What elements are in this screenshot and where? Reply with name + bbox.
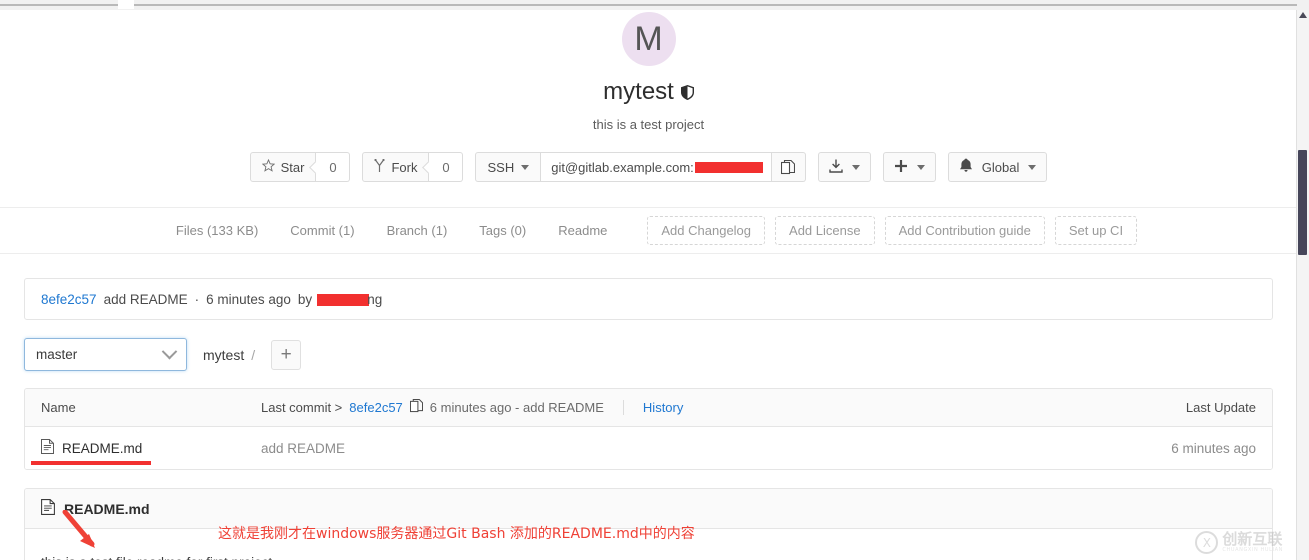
breadcrumb-separator: / — [251, 346, 256, 363]
commit-by-label: by — [297, 291, 313, 307]
chrome-divider-line — [0, 4, 1297, 6]
clone-protocol-label: SSH — [487, 159, 515, 175]
download-dropdown-button[interactable] — [817, 152, 871, 182]
watermark-cn: 创新互联 — [1222, 530, 1283, 548]
download-icon — [829, 159, 843, 176]
fork-count[interactable]: 0 — [429, 152, 464, 182]
table-row[interactable]: README.md add README 6 minutes ago — [25, 427, 1272, 469]
breadcrumb-root[interactable]: mytest — [203, 347, 244, 363]
breadcrumb: mytest / — [203, 347, 255, 363]
project-name: mytest — [603, 78, 674, 105]
annotation-note: 这就是我刚才在windows服务器通过Git Bash 添加的README.md… — [218, 526, 695, 542]
file-icon — [41, 439, 54, 457]
red-arrow-icon — [62, 509, 102, 555]
branch-breadcrumb-row: master mytest / + — [24, 338, 1273, 371]
file-commit-message: add README — [261, 440, 346, 456]
commit-sha-link[interactable]: 8efe2c57 — [41, 292, 97, 307]
file-tree: Name Last commit > 8efe2c57 6 minutes ag… — [24, 388, 1273, 470]
stat-files[interactable]: Files (133 KB) — [160, 223, 274, 238]
project-stats-nav: Files (133 KB) Commit (1) Branch (1) Tag… — [0, 207, 1297, 254]
chevron-down-icon — [916, 164, 925, 170]
notification-dropdown-button[interactable]: Global — [947, 152, 1048, 182]
clone-url-input[interactable]: git@gitlab.example.com: — [541, 152, 772, 182]
stat-tags[interactable]: Tags (0) — [463, 223, 542, 238]
scroll-up-arrow-icon[interactable] — [1299, 12, 1307, 18]
star-group: Star 0 — [249, 152, 351, 182]
history-link[interactable]: History — [643, 400, 683, 415]
clone-url-text: git@gitlab.example.com: — [551, 159, 694, 175]
scrollbar-thumb[interactable] — [1298, 150, 1307, 255]
star-icon — [261, 158, 275, 175]
file-name-cell: README.md — [31, 439, 261, 465]
last-commit-bar: 8efe2c57 add README · 6 minutes ago by n… — [24, 278, 1273, 320]
header-divider — [622, 400, 624, 415]
content-container: 8efe2c57 add README · 6 minutes ago by n… — [24, 278, 1273, 560]
commit-author-suffix: ng — [367, 291, 383, 307]
copy-icon[interactable] — [771, 152, 806, 182]
add-dropdown-button[interactable] — [882, 152, 936, 182]
file-icon — [41, 499, 55, 518]
copy-icon[interactable] — [409, 398, 423, 416]
file-last-update: 6 minutes ago — [1171, 440, 1256, 456]
redaction-bar — [694, 161, 763, 173]
chrome-tab-notch — [118, 0, 134, 9]
chevron-down-icon — [851, 164, 860, 170]
project-avatar: M — [621, 12, 676, 66]
star-button[interactable]: Star — [249, 152, 317, 182]
column-header-last-update: Last Update — [1185, 400, 1256, 415]
project-header: M mytest this is a test project — [0, 10, 1297, 132]
commit-message: add README — [103, 291, 188, 307]
page-viewport: M mytest this is a test project Star 0 F… — [0, 10, 1297, 560]
stat-readme[interactable]: Readme — [542, 223, 623, 238]
setup-ci-button[interactable]: Set up CI — [1054, 216, 1138, 245]
commit-author: ng — [317, 291, 383, 307]
branch-selector[interactable]: master — [24, 338, 187, 371]
star-count[interactable]: 0 — [316, 152, 351, 182]
fork-group: Fork 0 — [362, 152, 464, 182]
add-changelog-button[interactable]: Add Changelog — [647, 216, 766, 245]
commit-time: 6 minutes ago — [206, 291, 291, 307]
chevron-down-icon — [521, 164, 530, 170]
fork-label: Fork — [391, 159, 418, 175]
file-tree-header: Name Last commit > 8efe2c57 6 minutes ag… — [25, 389, 1272, 427]
add-contribution-guide-button[interactable]: Add Contribution guide — [884, 216, 1045, 245]
column-header-name: Name — [41, 400, 76, 415]
stat-branch[interactable]: Branch (1) — [371, 223, 464, 238]
annotation-underline — [31, 461, 151, 465]
project-description: this is a test project — [592, 117, 705, 132]
add-file-button[interactable]: + — [271, 339, 302, 370]
last-commit-info: 6 minutes ago - add README — [429, 400, 604, 415]
plus-icon — [894, 159, 908, 176]
chevron-down-icon — [161, 343, 178, 360]
fork-icon — [374, 158, 386, 176]
clone-protocol-dropdown[interactable]: SSH — [475, 152, 542, 182]
commit-separator: · — [194, 291, 200, 307]
watermark-text: 创新互联 CHUANGXIN HULIAN — [1222, 530, 1283, 553]
shield-icon — [680, 84, 694, 100]
page-title: mytest — [0, 78, 1297, 106]
last-commit-sha-link[interactable]: 8efe2c57 — [349, 400, 403, 415]
column-header-last-commit: Last commit > 8efe2c57 6 minutes ago - a… — [261, 398, 1106, 416]
vertical-scrollbar[interactable] — [1296, 10, 1309, 560]
file-link-readme[interactable]: README.md — [62, 441, 142, 456]
add-license-button[interactable]: Add License — [775, 216, 875, 245]
branch-selector-label: master — [36, 347, 78, 362]
star-label: Star — [280, 159, 305, 175]
notification-label: Global — [981, 159, 1020, 175]
project-toolbar: Star 0 Fork 0 SSH git@gitlab.example.com… — [0, 152, 1297, 182]
watermark-en: CHUANGXIN HULIAN — [1222, 546, 1283, 553]
watermark-logo-icon: X — [1195, 531, 1219, 554]
bell-icon — [959, 158, 973, 176]
redaction-bar — [317, 293, 370, 306]
chevron-down-icon — [1028, 164, 1037, 170]
clone-url-group: SSH git@gitlab.example.com: — [475, 152, 806, 182]
fork-button[interactable]: Fork — [362, 152, 430, 182]
last-commit-label: Last commit > — [261, 400, 343, 415]
watermark: X 创新互联 CHUANGXIN HULIAN — [1195, 531, 1283, 554]
stat-commit[interactable]: Commit (1) — [274, 223, 370, 238]
